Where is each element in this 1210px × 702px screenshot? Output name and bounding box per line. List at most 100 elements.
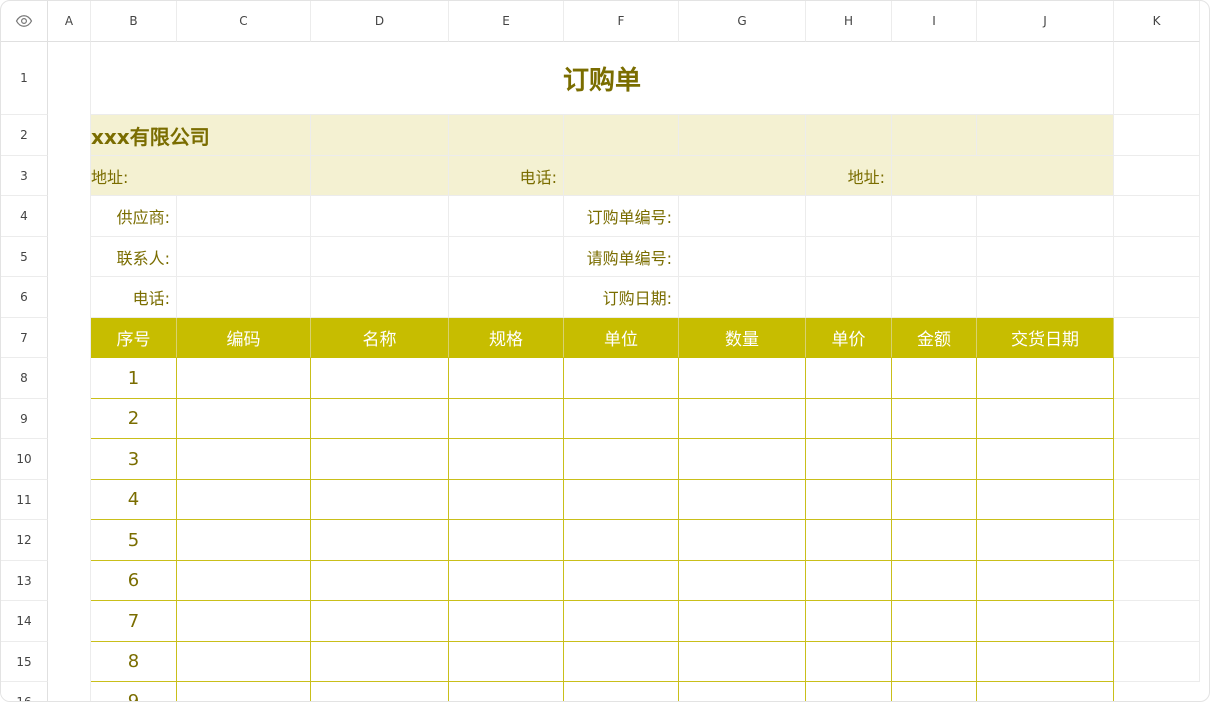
table-cell[interactable]: [449, 439, 564, 480]
table-cell[interactable]: [892, 439, 977, 480]
cell-d5[interactable]: [311, 237, 449, 277]
table-cell[interactable]: [679, 561, 806, 601]
cell-h4[interactable]: [806, 196, 892, 237]
cell-h5[interactable]: [806, 237, 892, 277]
table-header-cell[interactable]: 名称: [311, 318, 449, 358]
table-cell[interactable]: [806, 480, 892, 520]
cell-e5[interactable]: [449, 237, 564, 277]
table-cell[interactable]: [311, 399, 449, 439]
cell-d6[interactable]: [311, 277, 449, 318]
table-cell[interactable]: [679, 358, 806, 399]
cell-j2[interactable]: [977, 115, 1114, 156]
cell-g5[interactable]: [679, 237, 806, 277]
table-cell[interactable]: [177, 642, 311, 682]
table-cell[interactable]: [564, 682, 679, 701]
cell-c6[interactable]: [177, 277, 311, 318]
row-sequence-number[interactable]: 2: [91, 399, 177, 439]
row-sequence-number[interactable]: 3: [91, 439, 177, 480]
table-cell[interactable]: [977, 520, 1114, 561]
table-cell[interactable]: [806, 642, 892, 682]
cell-k10[interactable]: [1114, 439, 1200, 480]
table-header-cell[interactable]: 交货日期: [977, 318, 1114, 358]
table-cell[interactable]: [892, 561, 977, 601]
table-header-cell[interactable]: 单位: [564, 318, 679, 358]
cell-g6[interactable]: [679, 277, 806, 318]
table-cell[interactable]: [177, 399, 311, 439]
table-cell[interactable]: [679, 601, 806, 642]
table-cell[interactable]: [806, 358, 892, 399]
row-header-2[interactable]: 2: [1, 115, 48, 156]
table-cell[interactable]: [311, 358, 449, 399]
table-cell[interactable]: [806, 520, 892, 561]
table-cell[interactable]: [892, 480, 977, 520]
table-cell[interactable]: [679, 642, 806, 682]
table-cell[interactable]: [449, 601, 564, 642]
cell-i6[interactable]: [892, 277, 977, 318]
address-label-right[interactable]: 地址:: [806, 156, 892, 196]
table-cell[interactable]: [977, 561, 1114, 601]
cell-e2[interactable]: [449, 115, 564, 156]
cell-k5[interactable]: [1114, 237, 1200, 277]
cell-k3[interactable]: [1114, 156, 1200, 196]
column-header-j[interactable]: J: [977, 1, 1114, 42]
cell-i3[interactable]: [892, 156, 1114, 196]
table-cell[interactable]: [977, 480, 1114, 520]
cell-d2[interactable]: [311, 115, 449, 156]
cell-k2[interactable]: [1114, 115, 1200, 156]
cell-c5[interactable]: [177, 237, 311, 277]
request-number-label[interactable]: 请购单编号:: [564, 237, 679, 277]
row-header-13[interactable]: 13: [1, 561, 48, 601]
table-cell[interactable]: [977, 439, 1114, 480]
row-sequence-number[interactable]: 1: [91, 358, 177, 399]
table-cell[interactable]: [311, 682, 449, 701]
table-cell[interactable]: [679, 480, 806, 520]
table-cell[interactable]: [806, 682, 892, 701]
row-header-14[interactable]: 14: [1, 601, 48, 642]
table-cell[interactable]: [892, 399, 977, 439]
column-header-e[interactable]: E: [449, 1, 564, 42]
row-header-9[interactable]: 9: [1, 399, 48, 439]
order-form-title[interactable]: 订购单: [91, 42, 1114, 115]
phone-label[interactable]: 电话:: [91, 277, 177, 318]
table-cell[interactable]: [564, 480, 679, 520]
eye-icon[interactable]: [15, 12, 33, 30]
table-header-cell[interactable]: 编码: [177, 318, 311, 358]
table-cell[interactable]: [449, 561, 564, 601]
table-cell[interactable]: [177, 358, 311, 399]
cell-h6[interactable]: [806, 277, 892, 318]
table-cell[interactable]: [806, 601, 892, 642]
row-header-3[interactable]: 3: [1, 156, 48, 196]
address-label-left[interactable]: 地址:: [91, 156, 311, 196]
table-cell[interactable]: [449, 642, 564, 682]
column-header-b[interactable]: B: [91, 1, 177, 42]
row-header-6[interactable]: 6: [1, 277, 48, 318]
select-all-corner[interactable]: [1, 1, 48, 42]
row-sequence-number[interactable]: 6: [91, 561, 177, 601]
cell-k13[interactable]: [1114, 561, 1200, 601]
row-sequence-number[interactable]: 8: [91, 642, 177, 682]
column-header-i[interactable]: I: [892, 1, 977, 42]
table-cell[interactable]: [892, 682, 977, 701]
row-header-10[interactable]: 10: [1, 439, 48, 480]
column-header-g[interactable]: G: [679, 1, 806, 42]
cell-k14[interactable]: [1114, 601, 1200, 642]
table-cell[interactable]: [564, 561, 679, 601]
cell-j4[interactable]: [977, 196, 1114, 237]
cell-k12[interactable]: [1114, 520, 1200, 561]
table-cell[interactable]: [564, 399, 679, 439]
table-cell[interactable]: [806, 399, 892, 439]
row-sequence-number[interactable]: 9: [91, 682, 177, 701]
row-sequence-number[interactable]: 7: [91, 601, 177, 642]
table-cell[interactable]: [806, 561, 892, 601]
row-sequence-number[interactable]: 5: [91, 520, 177, 561]
row-header-11[interactable]: 11: [1, 480, 48, 520]
table-cell[interactable]: [977, 601, 1114, 642]
cell-k4[interactable]: [1114, 196, 1200, 237]
table-header-cell[interactable]: 序号: [91, 318, 177, 358]
cell-d4[interactable]: [311, 196, 449, 237]
row-header-4[interactable]: 4: [1, 196, 48, 237]
table-cell[interactable]: [177, 561, 311, 601]
table-cell[interactable]: [311, 561, 449, 601]
cell-d3[interactable]: [311, 156, 449, 196]
cell-i2[interactable]: [892, 115, 977, 156]
